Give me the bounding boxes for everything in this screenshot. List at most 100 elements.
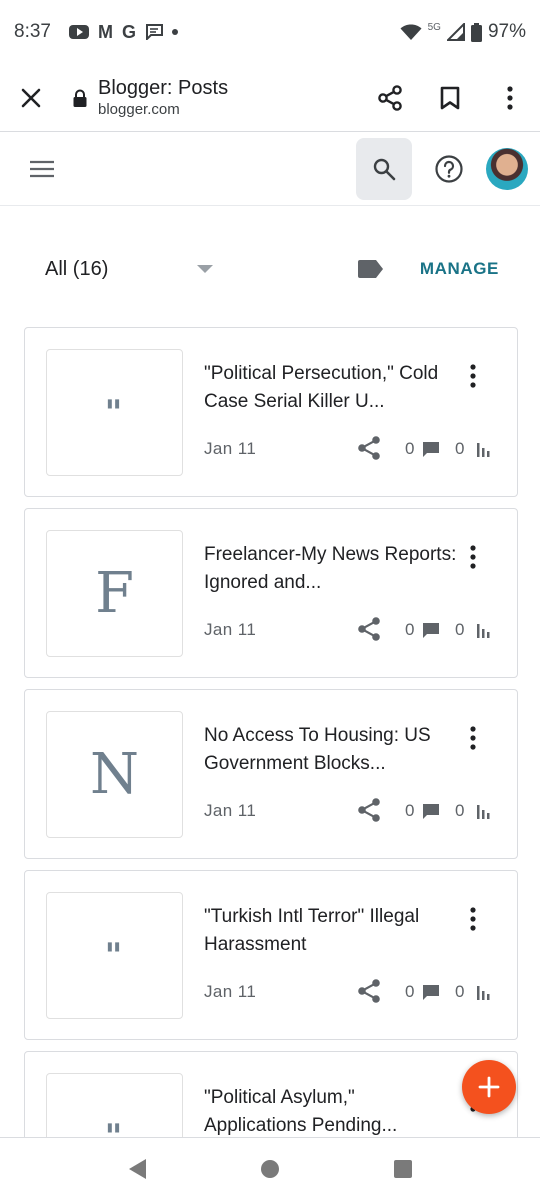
label-filter-button[interactable] bbox=[357, 260, 384, 278]
comment-count: 0 bbox=[405, 801, 415, 820]
post-more-button[interactable] bbox=[459, 543, 487, 571]
bookmark-button[interactable] bbox=[420, 68, 480, 128]
share-icon bbox=[358, 617, 380, 641]
filter-row: All (16) MANAGE bbox=[0, 236, 540, 302]
avatar[interactable] bbox=[486, 147, 528, 190]
stats-icon bbox=[477, 624, 490, 638]
post-title[interactable]: No Access To Housing: US Government Bloc… bbox=[204, 722, 459, 778]
comment-icon bbox=[423, 804, 439, 819]
nav-recents-button[interactable] bbox=[373, 1139, 433, 1199]
lock-icon[interactable] bbox=[68, 89, 92, 107]
share-icon bbox=[378, 84, 402, 111]
thumbnail-glyph: " bbox=[104, 935, 125, 976]
new-post-button[interactable] bbox=[462, 1060, 516, 1114]
page-url: blogger.com bbox=[98, 100, 180, 118]
post-share-button[interactable] bbox=[355, 434, 383, 462]
close-button[interactable] bbox=[0, 64, 62, 131]
overflow-menu-button[interactable] bbox=[480, 68, 540, 128]
view-count: 0 bbox=[455, 620, 465, 639]
post-card[interactable]: " "Turkish Intl Terror" Illegal Harassme… bbox=[24, 870, 518, 1040]
post-title[interactable]: "Political Asylum," Applications Pending… bbox=[204, 1084, 459, 1140]
status-time: 8:37 bbox=[14, 21, 51, 42]
post-share-button[interactable] bbox=[355, 615, 383, 643]
post-card[interactable]: " "Political Persecution," Cold Case Ser… bbox=[24, 327, 518, 497]
share-icon bbox=[358, 436, 380, 460]
manage-button[interactable]: MANAGE bbox=[420, 259, 499, 279]
post-thumbnail: N bbox=[46, 711, 183, 838]
post-date: Jan 11 bbox=[204, 982, 257, 1001]
filter-label: All (16) bbox=[45, 257, 109, 280]
more-vert-icon bbox=[470, 545, 476, 569]
help-button[interactable] bbox=[424, 144, 474, 194]
hamburger-icon bbox=[30, 160, 54, 177]
system-nav-bar bbox=[0, 1137, 540, 1200]
post-more-button[interactable] bbox=[459, 905, 487, 933]
status-right: 5G 97% bbox=[400, 21, 526, 43]
nav-home-button[interactable] bbox=[240, 1139, 300, 1199]
signal-icon bbox=[446, 23, 465, 41]
thumbnail-glyph: F bbox=[95, 561, 134, 626]
recents-square-icon bbox=[394, 1160, 413, 1178]
post-title[interactable]: "Turkish Intl Terror" Illegal Harassment bbox=[204, 903, 459, 959]
comment-icon bbox=[423, 623, 439, 638]
page-info[interactable]: Blogger: Posts blogger.com bbox=[98, 76, 228, 120]
wifi-icon bbox=[400, 24, 422, 41]
bookmark-icon bbox=[440, 86, 460, 109]
more-vert-icon bbox=[470, 907, 476, 931]
dot-icon bbox=[172, 29, 178, 35]
google-icon: G bbox=[121, 21, 136, 42]
dropdown-caret-icon bbox=[197, 265, 213, 273]
custom-tab-toolbar: Blogger: Posts blogger.com bbox=[0, 64, 540, 132]
post-thumbnail: " bbox=[46, 892, 183, 1019]
share-page-button[interactable] bbox=[360, 68, 420, 128]
message-icon bbox=[145, 24, 163, 40]
view-count: 0 bbox=[455, 801, 465, 820]
app-bar bbox=[0, 132, 540, 206]
post-title[interactable]: "Political Persecution," Cold Case Seria… bbox=[204, 360, 459, 416]
home-circle-icon bbox=[260, 1160, 279, 1178]
share-icon bbox=[358, 979, 380, 1003]
more-vert-icon bbox=[470, 726, 476, 750]
battery-icon bbox=[470, 22, 482, 42]
stats-icon bbox=[477, 805, 490, 819]
network-type: 5G bbox=[427, 21, 441, 33]
post-filter-dropdown[interactable]: All (16) bbox=[45, 236, 215, 302]
post-date: Jan 11 bbox=[204, 439, 257, 458]
youtube-icon bbox=[68, 25, 89, 39]
menu-button[interactable] bbox=[13, 140, 71, 198]
nav-back-button[interactable] bbox=[107, 1139, 167, 1199]
view-count: 0 bbox=[455, 982, 465, 1001]
comment-count: 0 bbox=[405, 982, 415, 1001]
status-bar: 8:37 M G 5G 97% bbox=[0, 0, 540, 64]
help-icon bbox=[435, 154, 463, 183]
post-card[interactable]: F Freelancer-My News Reports: Ignored an… bbox=[24, 508, 518, 678]
battery-level: 97% bbox=[487, 21, 526, 42]
thumbnail-glyph: " bbox=[104, 392, 125, 433]
post-share-button[interactable] bbox=[355, 977, 383, 1005]
post-title[interactable]: Freelancer-My News Reports: Ignored and.… bbox=[204, 541, 459, 597]
post-thumbnail: F bbox=[46, 530, 183, 657]
plus-icon bbox=[478, 1076, 500, 1098]
view-count: 0 bbox=[455, 439, 465, 458]
post-thumbnail: " bbox=[46, 349, 183, 476]
custom-tab-actions bbox=[360, 68, 540, 128]
post-card[interactable]: N No Access To Housing: US Government Bl… bbox=[24, 689, 518, 859]
app-actions bbox=[356, 137, 528, 200]
stats-icon bbox=[477, 443, 490, 457]
gmail-icon: M bbox=[97, 21, 113, 42]
post-date: Jan 11 bbox=[204, 620, 257, 639]
status-left: 8:37 M G bbox=[14, 21, 178, 43]
back-triangle-icon bbox=[128, 1159, 146, 1179]
share-icon bbox=[358, 798, 380, 822]
comment-icon bbox=[423, 442, 439, 457]
post-share-button[interactable] bbox=[355, 796, 383, 824]
close-icon bbox=[21, 88, 41, 107]
comment-count: 0 bbox=[405, 439, 415, 458]
more-vert-icon bbox=[507, 85, 513, 110]
post-more-button[interactable] bbox=[459, 724, 487, 752]
search-button[interactable] bbox=[356, 137, 412, 200]
post-date: Jan 11 bbox=[204, 801, 257, 820]
page-title: Blogger: Posts bbox=[98, 76, 229, 99]
label-icon bbox=[357, 260, 383, 278]
post-more-button[interactable] bbox=[459, 362, 487, 390]
